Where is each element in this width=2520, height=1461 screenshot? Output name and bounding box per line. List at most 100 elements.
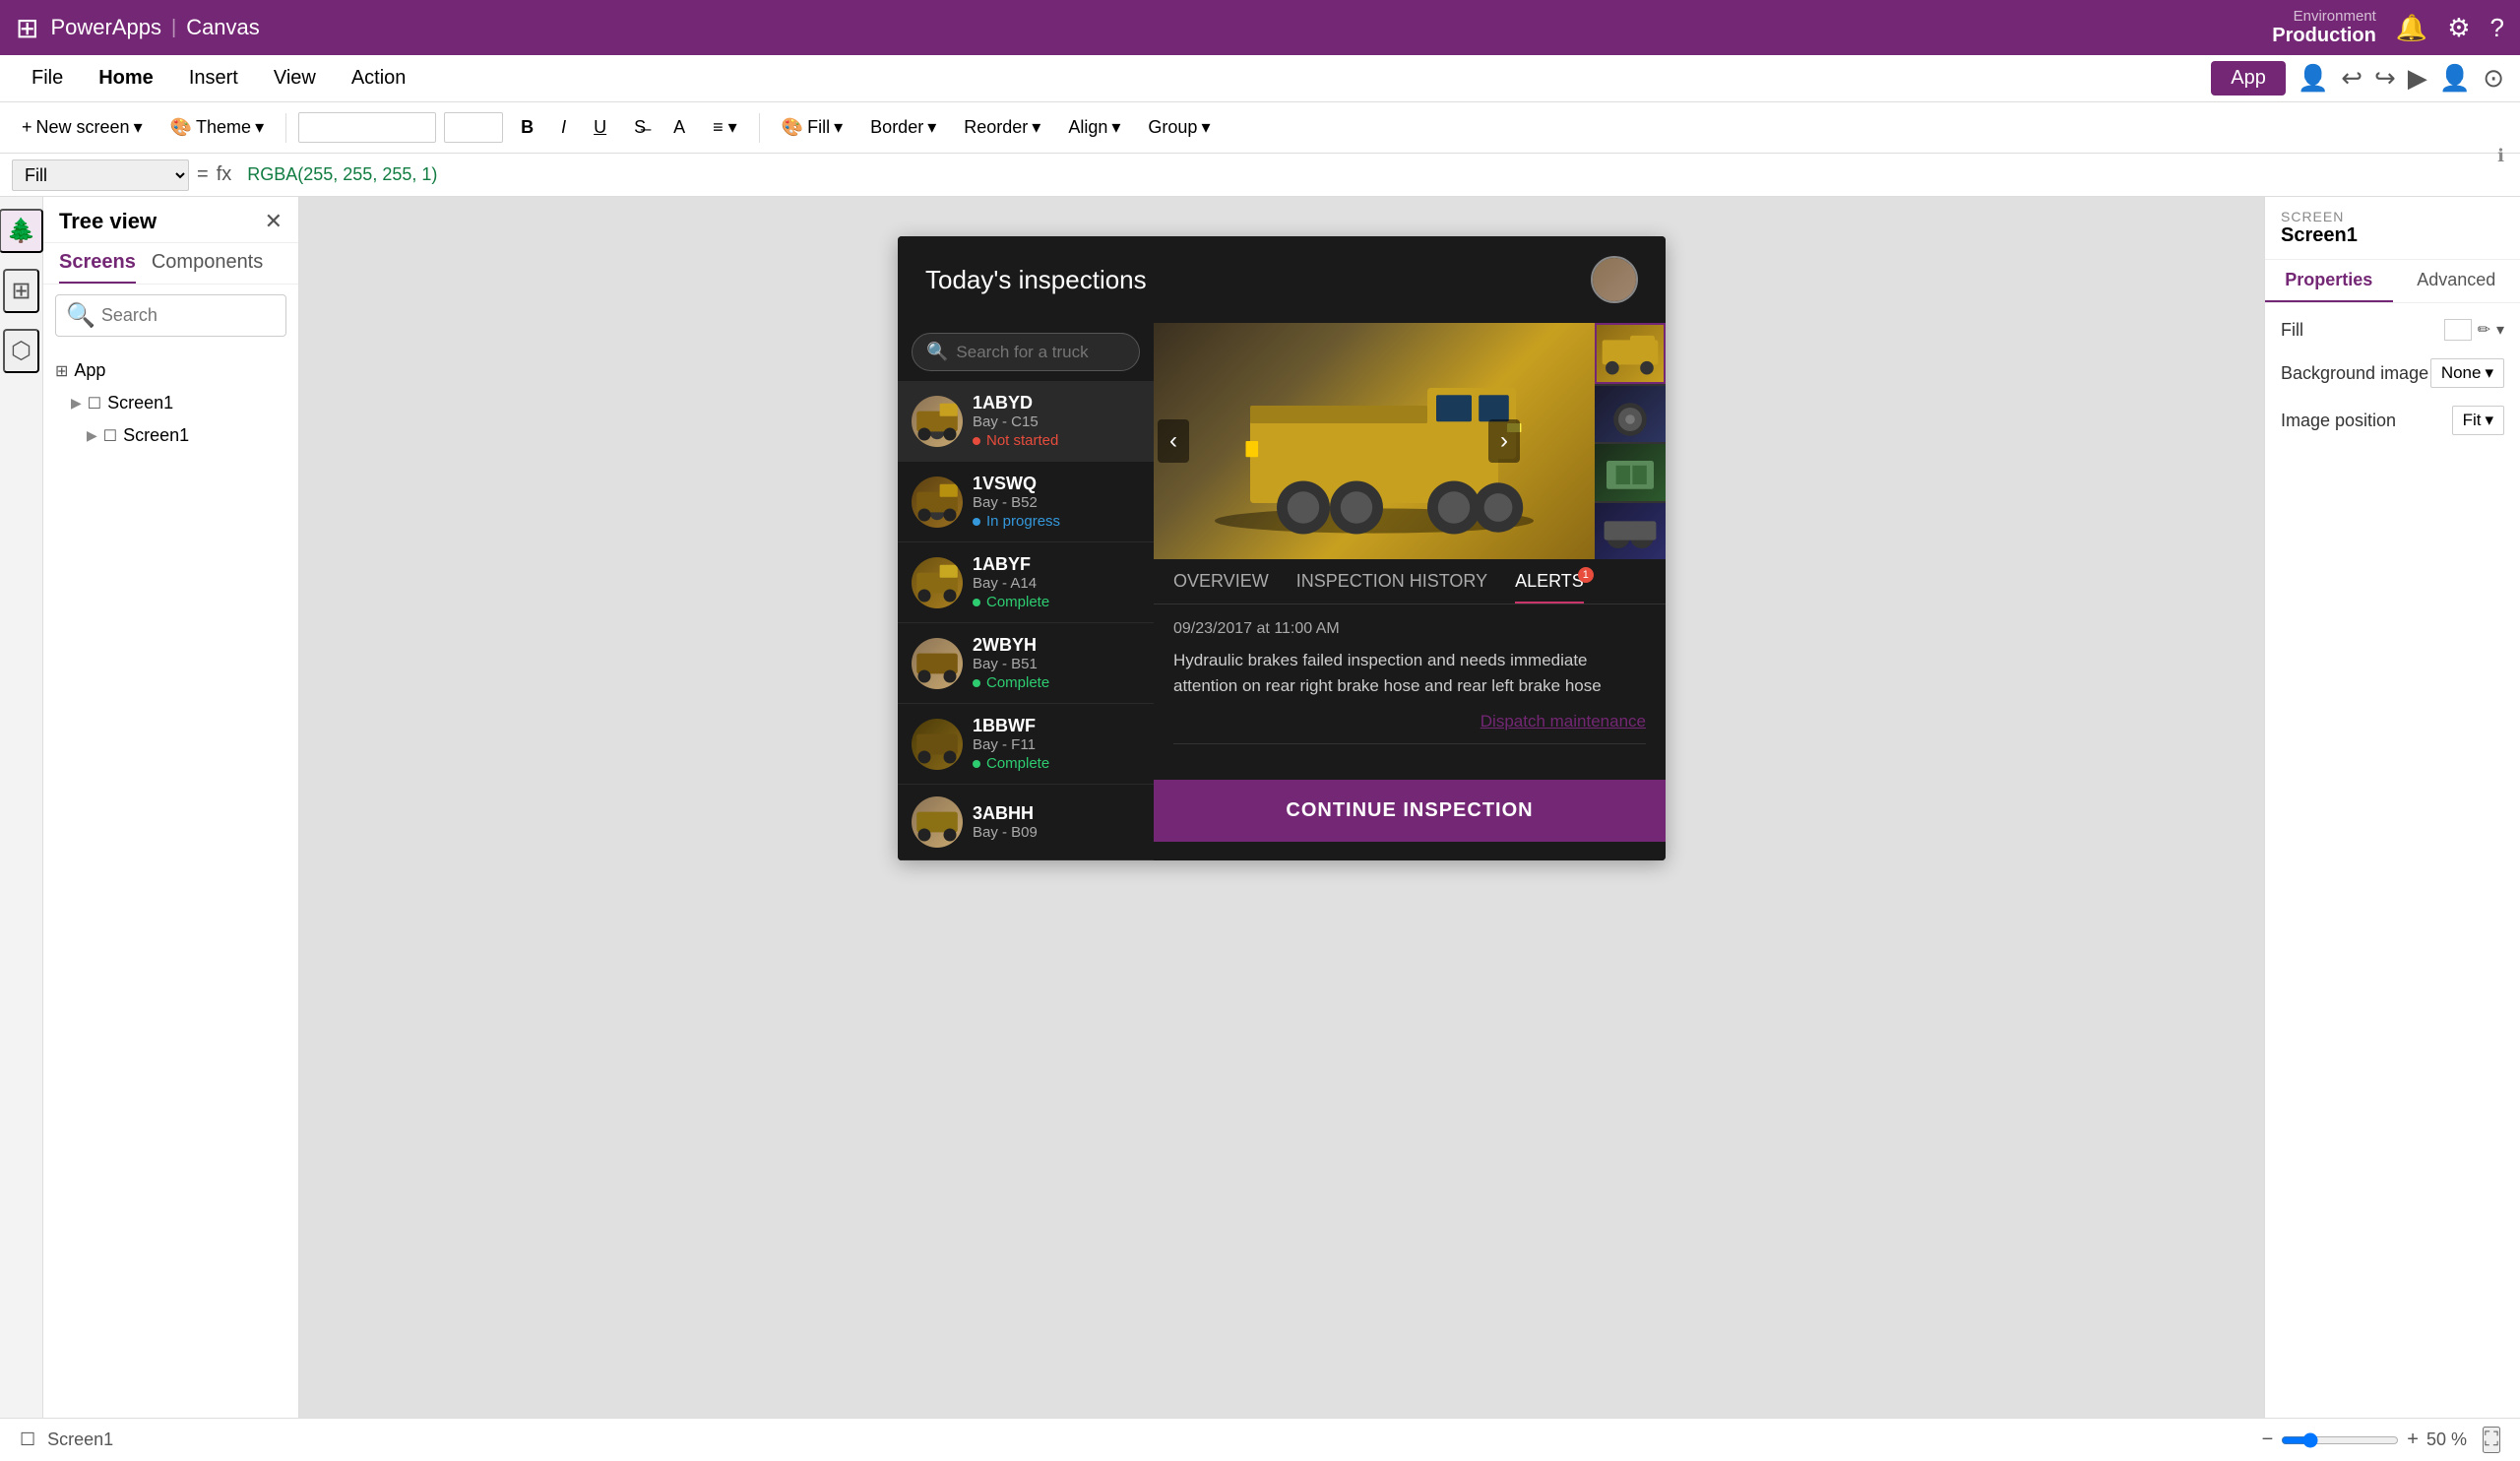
tree-view-icon[interactable]: 🌲: [0, 209, 43, 253]
account-icon[interactable]: ⊙: [2483, 63, 2504, 94]
tab-components[interactable]: Components: [152, 251, 263, 284]
group-button[interactable]: Group ▾: [1138, 113, 1220, 142]
props-info-icon[interactable]: ℹ: [2497, 146, 2504, 166]
truck-info-3: 2WBYH Bay - B51 Complete: [973, 635, 1140, 691]
truck-item-1[interactable]: 1VSWQ Bay - B52 In progress: [898, 462, 1154, 542]
zoom-controls: − + 50 % ⛶: [2262, 1427, 2500, 1453]
redo-icon[interactable]: ↪: [2374, 63, 2396, 94]
app-body: 🔍 ⇅ 1ABYD Bay - C15: [898, 323, 1666, 860]
tab-alerts[interactable]: ALERTS 1: [1515, 559, 1584, 603]
tree-item-screen1-2[interactable]: ▶ ☐ Screen1: [43, 419, 298, 452]
settings-icon[interactable]: ⚙: [2447, 13, 2470, 43]
theme-button[interactable]: 🎨 Theme ▾: [160, 113, 275, 142]
continue-inspection-button[interactable]: CONTINUE INSPECTION: [1154, 780, 1666, 842]
truck-id-0: 1ABYD: [973, 393, 1140, 413]
search-input[interactable]: [101, 305, 276, 326]
status-dot-4: [973, 760, 980, 768]
detail-panel: ‹: [1154, 323, 1666, 860]
thumb-1[interactable]: [1595, 386, 1666, 443]
align-objects-button[interactable]: Align ▾: [1058, 113, 1130, 142]
fullscreen-button[interactable]: ⛶: [2483, 1427, 2500, 1453]
prev-image-button[interactable]: ‹: [1158, 419, 1189, 463]
reorder-button[interactable]: Reorder ▾: [954, 113, 1050, 142]
truck-thumb-1: [912, 476, 963, 528]
app-button[interactable]: App: [2211, 61, 2286, 95]
menu-view[interactable]: View: [258, 61, 332, 95]
alert-text: Hydraulic brakes failed inspection and n…: [1173, 648, 1646, 698]
tab-inspection-history[interactable]: INSPECTION HISTORY: [1296, 559, 1487, 603]
fill-color-swatch[interactable]: [2444, 319, 2472, 341]
share-icon[interactable]: 👤: [2439, 63, 2471, 94]
components-icon[interactable]: ⊞: [3, 269, 38, 313]
props-tab-advanced[interactable]: Advanced: [2393, 260, 2520, 302]
truck-search-input[interactable]: [956, 343, 1173, 362]
font-family-input[interactable]: [298, 112, 436, 143]
tree-close-button[interactable]: ✕: [265, 209, 283, 234]
thumb-3[interactable]: [1595, 503, 1666, 560]
truck-item-5[interactable]: 3ABHH Bay - B09: [898, 785, 1154, 860]
fill-dropdown-icon[interactable]: ▾: [2496, 320, 2504, 340]
notification-icon[interactable]: 🔔: [2396, 13, 2427, 43]
tab-overview[interactable]: OVERVIEW: [1173, 559, 1269, 603]
zoom-slider[interactable]: [2281, 1432, 2399, 1448]
menu-home[interactable]: Home: [83, 61, 169, 95]
app-header: Today's inspections: [898, 236, 1666, 323]
fill-edit-icon[interactable]: ✏: [2478, 320, 2490, 340]
props-dropdown-bg-image[interactable]: None ▾: [2430, 358, 2504, 388]
zoom-plus-button[interactable]: +: [2407, 1429, 2419, 1451]
menu-action[interactable]: Action: [336, 61, 422, 95]
truck-item-2[interactable]: 1ABYF Bay - A14 Complete: [898, 542, 1154, 623]
bold-button[interactable]: B: [511, 113, 543, 142]
screen-icon-2: ☐: [103, 426, 117, 446]
theme-chevron: ▾: [255, 117, 264, 138]
truck-thumb-2: [912, 557, 963, 608]
menu-bar: File Home Insert View Action App 👤 ↩ ↪ ▶…: [0, 55, 2520, 102]
thumb-0[interactable]: [1595, 323, 1666, 384]
play-icon[interactable]: ▶: [2408, 63, 2427, 94]
undo-icon[interactable]: ↩: [2341, 63, 2362, 94]
persona-icon[interactable]: 👤: [2298, 63, 2329, 94]
props-tab-properties[interactable]: Properties: [2265, 260, 2393, 302]
new-screen-button[interactable]: + New screen ▾: [12, 113, 153, 142]
font-color-button[interactable]: A: [663, 113, 695, 142]
truck-item-3[interactable]: 2WBYH Bay - B51 Complete: [898, 623, 1154, 704]
truck-bay-1: Bay - B52: [973, 494, 1140, 511]
truck-bay-5: Bay - B09: [973, 824, 1140, 841]
truck-info-4: 1BBWF Bay - F11 Complete: [973, 716, 1140, 772]
align-button[interactable]: ≡ ▾: [703, 113, 747, 142]
formula-input[interactable]: [239, 160, 2508, 189]
property-dropdown[interactable]: Fill: [12, 159, 189, 191]
tab-screens[interactable]: Screens: [59, 251, 136, 284]
tree-item-screen1-1[interactable]: ▶ ☐ Screen1: [43, 387, 298, 419]
title-bar-separator: |: [171, 17, 176, 39]
help-icon[interactable]: ?: [2490, 13, 2504, 43]
data-icon[interactable]: ⬡: [3, 329, 39, 373]
theme-icon: 🎨: [170, 117, 192, 138]
truck-bay-3: Bay - B51: [973, 656, 1140, 672]
menu-insert[interactable]: Insert: [173, 61, 254, 95]
waffle-icon[interactable]: ⊞: [16, 12, 38, 44]
thumb-2[interactable]: [1595, 444, 1666, 501]
border-button[interactable]: Border ▾: [860, 113, 946, 142]
tree-item-app[interactable]: ⊞ App: [43, 354, 298, 387]
fill-button[interactable]: 🎨 Fill ▾: [772, 113, 852, 142]
status-dot-1: [973, 518, 980, 526]
status-dot-2: [973, 599, 980, 606]
truck-item-0[interactable]: 1ABYD Bay - C15 Not started: [898, 381, 1154, 462]
truck-item-4[interactable]: 1BBWF Bay - F11 Complete: [898, 704, 1154, 785]
props-dropdown-image-position[interactable]: Fit ▾: [2452, 406, 2504, 435]
dispatch-maintenance-link[interactable]: Dispatch maintenance: [1173, 712, 1646, 731]
next-image-button[interactable]: ›: [1488, 419, 1520, 463]
alert-badge: 1: [1578, 567, 1594, 583]
strikethrough-button[interactable]: S̶: [624, 113, 656, 142]
italic-button[interactable]: I: [551, 113, 576, 142]
fill-icon: 🎨: [782, 117, 803, 138]
truck-info-0: 1ABYD Bay - C15 Not started: [973, 393, 1140, 449]
image-position-chevron: ▾: [2485, 411, 2493, 430]
new-screen-chevron: ▾: [134, 117, 143, 138]
font-size-input[interactable]: [444, 112, 503, 143]
user-avatar: [1591, 256, 1638, 303]
zoom-minus-button[interactable]: −: [2262, 1429, 2274, 1451]
underline-button[interactable]: U: [584, 113, 616, 142]
menu-file[interactable]: File: [16, 61, 79, 95]
